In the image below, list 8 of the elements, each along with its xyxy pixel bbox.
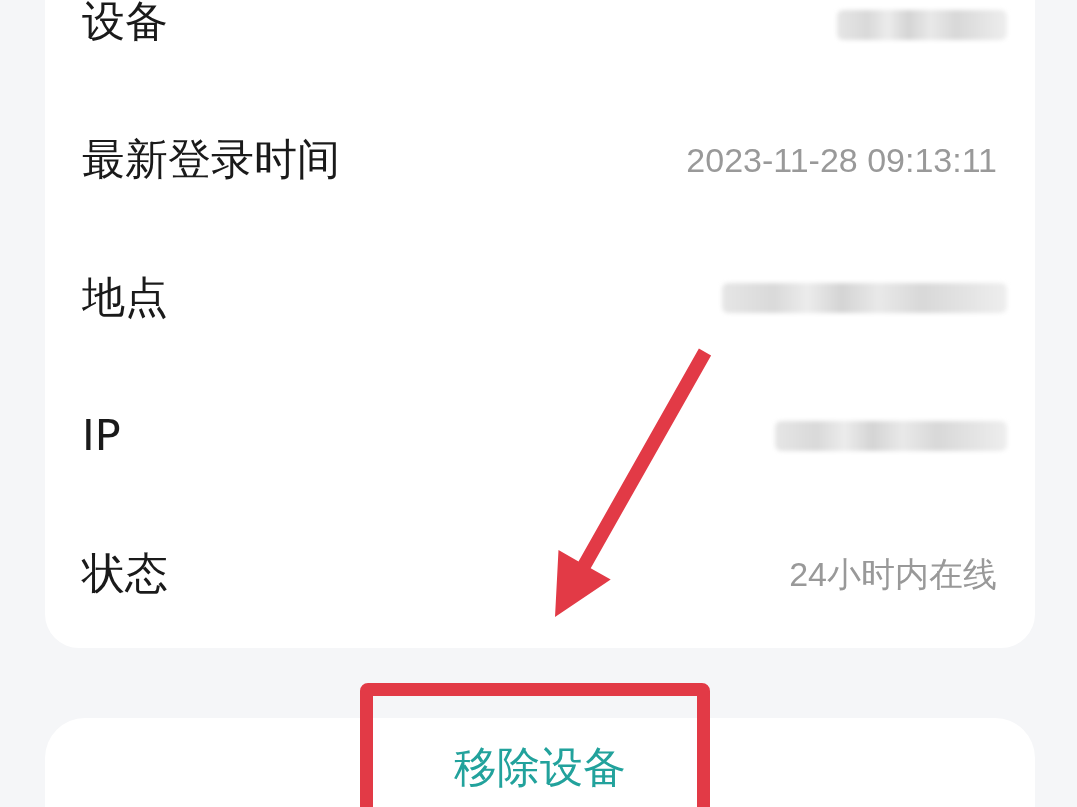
row-label: IP — [82, 411, 121, 461]
row-value: 2023-11-28 09:13:11 — [686, 139, 997, 181]
row-value: 24小时内在线 — [789, 553, 997, 595]
row-label: 最新登录时间 — [82, 135, 340, 185]
row-label: 地点 — [82, 273, 168, 323]
row-label: 设备 — [82, 0, 168, 47]
remove-device-button[interactable]: 移除设备 — [45, 718, 1035, 807]
row-label: 状态 — [82, 549, 168, 599]
